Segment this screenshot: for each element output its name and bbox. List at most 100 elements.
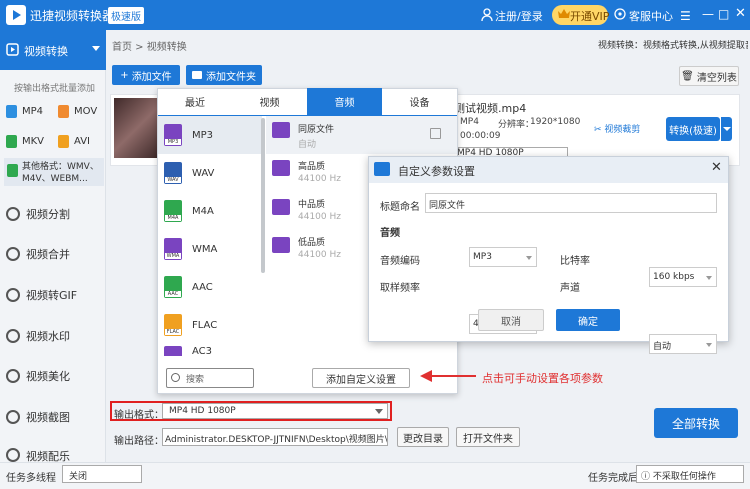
- format-label: AVI: [74, 135, 90, 147]
- quality-name: 低品质: [298, 238, 326, 248]
- convert-button[interactable]: 转换(极速): [666, 117, 720, 141]
- audio-file-icon: [164, 346, 182, 356]
- quality-sub: 44100 Hz: [298, 212, 341, 222]
- sidebar-item-screenshot[interactable]: 视频截图: [0, 402, 106, 432]
- batch-format-avi[interactable]: AVI: [58, 134, 90, 148]
- sidebar-item-label: 视频配乐: [26, 450, 70, 462]
- maximize-icon[interactable]: □: [718, 7, 729, 21]
- audio-track-icon: [272, 237, 290, 253]
- format-item-aac[interactable]: AAC AAC: [158, 268, 262, 306]
- chevron-down-icon: [723, 127, 731, 131]
- convert-all-button[interactable]: 全部转换: [654, 408, 738, 438]
- cancel-button[interactable]: 取消: [478, 309, 544, 331]
- channel-select[interactable]: 自动: [649, 334, 717, 354]
- add-file-button[interactable]: + 添加文件: [112, 65, 180, 85]
- menu-icon[interactable]: ☰: [680, 9, 691, 23]
- merge-icon: [6, 247, 20, 261]
- format-label: M4A: [192, 205, 214, 217]
- title-name-input[interactable]: 同原文件: [425, 193, 717, 213]
- sidebar-item-label: 视频分割: [26, 208, 70, 221]
- watermark-icon: [6, 329, 20, 343]
- sidebar-item-music[interactable]: 视频配乐: [0, 442, 106, 462]
- format-item-wma[interactable]: WMA WMA: [158, 230, 262, 268]
- quality-name: 同原文件: [298, 125, 335, 135]
- music-icon: [6, 448, 20, 462]
- crop-link[interactable]: ✂ 视频裁剪: [594, 122, 640, 135]
- multithread-select[interactable]: 关闭: [62, 465, 142, 483]
- close-icon[interactable]: ✕: [735, 6, 746, 21]
- add-file-label: 添加文件: [131, 71, 172, 83]
- output-path-input[interactable]: Administrator.DESKTOP-JJTNIFN\Desktop\视频…: [162, 428, 388, 446]
- crown-icon: [558, 9, 570, 18]
- quality-item-selected[interactable]: [266, 116, 457, 154]
- edition-badge: 极速版: [108, 7, 144, 24]
- trash-icon: 🗑: [681, 70, 694, 82]
- format-item-mp3[interactable]: MP3 MP3: [158, 116, 262, 154]
- codec-select[interactable]: MP3: [469, 247, 537, 267]
- add-folder-button[interactable]: 添加文件夹: [186, 65, 262, 85]
- format-label: AAC: [192, 281, 213, 293]
- sidebar-item-label: 视频转换: [24, 45, 68, 58]
- sidebar-item-watermark[interactable]: 视频水印: [0, 321, 106, 351]
- dialog-title: 自定义参数设置: [398, 165, 475, 178]
- close-icon[interactable]: ✕: [711, 160, 722, 175]
- split-icon: [6, 207, 20, 221]
- ok-button[interactable]: 确定: [556, 309, 620, 331]
- after-done-select[interactable]: ⓘ 不采取任何操作: [636, 465, 744, 483]
- clear-list-button[interactable]: 🗑 清空列表: [679, 66, 739, 86]
- sidebar-item-gif[interactable]: 视频转GIF: [0, 280, 106, 310]
- tab-video[interactable]: 视频: [232, 88, 307, 115]
- audio-track-icon: [272, 199, 290, 215]
- video-thumbnail: [114, 98, 160, 158]
- batch-format-mkv[interactable]: MKV: [6, 134, 44, 148]
- batch-format-mov[interactable]: MOV: [58, 104, 97, 118]
- minimize-icon[interactable]: —: [702, 7, 714, 21]
- audio-file-icon: WMA: [164, 238, 182, 260]
- convert-dropdown[interactable]: [720, 117, 732, 141]
- gif-icon: [6, 288, 20, 302]
- annotation-hint: 点击可手动设置各项参数: [482, 372, 603, 385]
- highlight-box: [110, 401, 392, 421]
- user-icon[interactable]: [481, 8, 493, 21]
- arrow-left-icon: [420, 370, 476, 382]
- change-directory-button[interactable]: 更改目录: [397, 427, 449, 447]
- app-logo-icon: [6, 5, 26, 25]
- breadcrumb: 首页 > 视频转换: [112, 42, 187, 53]
- other-formats-label: 其他格式：WMV、M4V、WEBM...: [22, 162, 99, 184]
- login-link[interactable]: 注册/登录: [495, 8, 543, 24]
- audio-section-heading: 音频: [380, 228, 400, 239]
- sidebar-item-label: 视频水印: [26, 330, 70, 343]
- format-label: AC3: [192, 346, 213, 356]
- format-item-m4a[interactable]: M4A M4A: [158, 192, 262, 230]
- tab-device[interactable]: 设备: [382, 88, 457, 115]
- format-item-flac[interactable]: FLAC FLAC: [158, 306, 262, 344]
- file-icon: [58, 134, 69, 148]
- format-item-wav[interactable]: WAV WAV: [158, 154, 262, 192]
- audio-file-icon: AAC: [164, 276, 182, 298]
- format-label: MP4: [22, 105, 44, 117]
- open-folder-button[interactable]: 打开文件夹: [456, 427, 520, 447]
- after-done-value: 不采取任何操作: [652, 472, 716, 482]
- sidebar-item-merge[interactable]: 视频合并: [0, 239, 106, 269]
- tab-recent[interactable]: 最近: [158, 88, 232, 115]
- format-list-scrollbar[interactable]: [261, 118, 265, 273]
- chevron-down-icon: [92, 46, 100, 51]
- sidebar-item-label: 视频截图: [26, 411, 70, 424]
- batch-format-mp4[interactable]: MP4: [6, 104, 43, 118]
- edit-icon[interactable]: [430, 128, 441, 139]
- custom-settings-dialog: [368, 156, 729, 342]
- sidebar-item-split[interactable]: 视频分割: [0, 199, 106, 229]
- search-placeholder: 搜索: [186, 375, 205, 385]
- sidebar-item-video-convert[interactable]: 视频转换: [0, 30, 106, 70]
- bitrate-select[interactable]: 160 kbps: [649, 267, 717, 287]
- format-label: MP3: [192, 129, 214, 141]
- tab-audio[interactable]: 音频: [307, 88, 382, 115]
- sidebar-item-label: 视频美化: [26, 370, 70, 383]
- crop-label: 视频裁剪: [604, 125, 641, 135]
- format-item-ac3[interactable]: AC3: [158, 344, 262, 356]
- sidebar-item-beautify[interactable]: 视频美化: [0, 361, 106, 391]
- screenshot-icon: [6, 410, 20, 424]
- add-custom-settings-button[interactable]: 添加自定义设置: [312, 368, 410, 388]
- headset-icon[interactable]: [614, 8, 626, 20]
- service-center-link[interactable]: 客服中心: [629, 8, 673, 24]
